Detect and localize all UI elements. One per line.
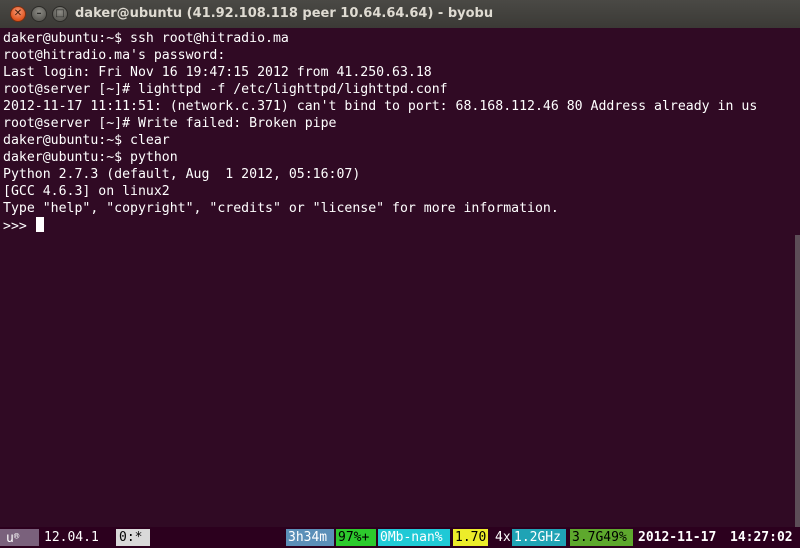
terminal-line: 2012-11-17 11:11:51: (network.c.371) can… xyxy=(3,99,758,114)
registered-mark: ® xyxy=(13,532,20,542)
byobu-status-bar: u® 12.04.1 0:* 3h34m 97%+ 0Mb-nan% 1.70 … xyxy=(0,527,800,548)
terminal-line: Python 2.7.3 (default, Aug 1 2012, 05:16… xyxy=(3,167,361,182)
title-bar[interactable]: ✕ – □ daker@ubuntu (41.92.108.118 peer 1… xyxy=(0,0,800,29)
release-version: 12.04.1 xyxy=(44,530,99,545)
memory-status: 3.7G49% xyxy=(570,529,633,546)
cpu-frequency: 1.2GHz xyxy=(512,529,566,546)
maximize-icon[interactable]: □ xyxy=(52,6,68,22)
status-time: 14:27:02 xyxy=(730,530,793,545)
terminal-line: daker@ubuntu:~$ python xyxy=(3,150,178,165)
cpu-cores: 4x xyxy=(495,530,511,545)
python-prompt: >>> xyxy=(3,219,35,234)
python-prompt-line[interactable]: >>> xyxy=(3,217,44,234)
scrollbar[interactable] xyxy=(795,235,800,527)
cpu-status: 97%+ xyxy=(336,529,376,546)
status-date: 2012-11-17 xyxy=(638,530,717,545)
terminal-window: ✕ – □ daker@ubuntu (41.92.108.118 peer 1… xyxy=(0,0,800,548)
terminal-line: daker@ubuntu:~$ ssh root@hitradio.ma xyxy=(3,31,289,46)
terminal-line: daker@ubuntu:~$ clear xyxy=(3,133,170,148)
byobu-logo[interactable]: u® xyxy=(0,529,39,546)
terminal-line: Last login: Fri Nov 16 19:47:15 2012 fro… xyxy=(3,65,432,80)
uptime-status: 3h34m xyxy=(286,529,334,546)
terminal-line: [GCC 4.6.3] on linux2 xyxy=(3,184,170,199)
load-average: 1.70 xyxy=(453,529,488,546)
terminal-line: root@hitradio.ma's password: xyxy=(3,48,226,63)
terminal-output[interactable]: daker@ubuntu:~$ ssh root@hitradio.ma roo… xyxy=(0,28,800,527)
minimize-icon[interactable]: – xyxy=(31,6,47,22)
network-status: 0Mb-nan% xyxy=(378,529,450,546)
close-icon[interactable]: ✕ xyxy=(10,6,26,22)
ubuntu-logo-icon: u xyxy=(6,531,14,546)
text-cursor xyxy=(35,217,44,232)
terminal-line: root@server [~]# lighttpd -f /etc/lightt… xyxy=(3,82,448,97)
window-tab[interactable]: 0:* xyxy=(116,529,150,546)
terminal-line: Type "help", "copyright", "credits" or "… xyxy=(3,201,559,216)
terminal-line: root@server [~]# Write failed: Broken pi… xyxy=(3,116,337,131)
window-title: daker@ubuntu (41.92.108.118 peer 10.64.6… xyxy=(75,6,494,21)
